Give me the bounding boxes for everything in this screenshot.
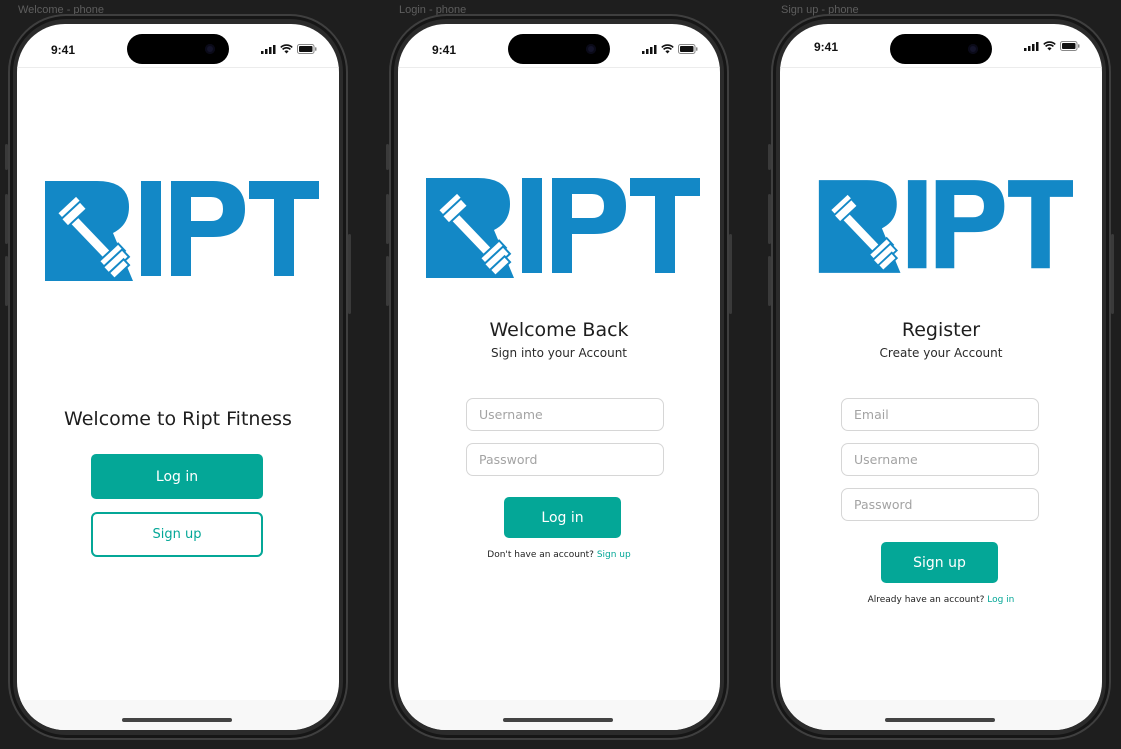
login-button[interactable]: Log in	[91, 454, 263, 499]
home-indicator[interactable]	[503, 718, 613, 722]
volume-down-button	[386, 256, 389, 306]
signup-link[interactable]: Sign up	[597, 550, 631, 560]
power-button	[729, 234, 732, 314]
phone-welcome: 9:41 Welcome to Ript Fitness Log in Sign…	[5, 14, 351, 740]
status-time: 9:41	[432, 43, 457, 57]
wifi-icon	[661, 44, 674, 54]
power-button	[1111, 234, 1114, 314]
power-button	[348, 234, 351, 314]
signal-icon	[1024, 41, 1039, 51]
mute-switch	[386, 144, 389, 170]
ript-logo	[818, 180, 1073, 273]
status-icons	[261, 44, 317, 54]
password-field[interactable]	[841, 488, 1039, 521]
wifi-icon	[280, 44, 293, 54]
status-time: 9:41	[51, 43, 76, 57]
page-title: Register	[901, 319, 981, 341]
signal-icon	[642, 44, 657, 54]
status-icons	[1024, 41, 1080, 51]
login-prompt: Already have an account? Log in	[780, 595, 1102, 605]
ript-logo	[426, 178, 700, 278]
status-bar: 9:41	[17, 24, 339, 68]
dynamic-island	[127, 34, 229, 64]
signup-button[interactable]: Sign up	[91, 512, 263, 557]
login-link[interactable]: Log in	[987, 595, 1014, 605]
signup-prompt: Don't have an account? Sign up	[398, 550, 720, 560]
phone-signup: 9:41 Register Create your Account Email …	[768, 14, 1114, 740]
page-subtitle: Create your Account	[879, 346, 1003, 360]
email-field[interactable]	[841, 398, 1039, 431]
mute-switch	[768, 144, 771, 170]
battery-icon	[678, 44, 698, 54]
status-time: 9:41	[814, 40, 839, 54]
screen-login: 9:41 Welcome Back Sign into your Account…	[398, 24, 720, 730]
phone-login: 9:41 Welcome Back Sign into your Account…	[386, 14, 732, 740]
camera-icon	[205, 44, 215, 54]
volume-down-button	[5, 256, 8, 306]
password-field[interactable]	[466, 443, 664, 476]
volume-down-button	[768, 256, 771, 306]
home-indicator-area	[780, 700, 1102, 730]
camera-icon	[968, 44, 978, 54]
login-prompt-text: Already have an account?	[867, 595, 985, 605]
home-indicator[interactable]	[122, 718, 232, 722]
page-subtitle: Sign into your Account	[490, 346, 628, 360]
volume-up-button	[5, 194, 8, 244]
welcome-heading: Welcome to Ript Fitness	[64, 408, 292, 430]
volume-up-button	[386, 194, 389, 244]
ript-logo	[45, 181, 319, 281]
status-bar: 9:41	[398, 24, 720, 68]
camera-icon	[586, 44, 596, 54]
screen-welcome: 9:41 Welcome to Ript Fitness Log in Sign…	[17, 24, 339, 730]
home-indicator-area	[17, 700, 339, 730]
username-field[interactable]	[841, 443, 1039, 476]
mute-switch	[5, 144, 8, 170]
battery-icon	[297, 44, 317, 54]
home-indicator-area	[398, 700, 720, 730]
signal-icon	[261, 44, 276, 54]
screen-signup: 9:41 Register Create your Account Email …	[780, 24, 1102, 730]
wifi-icon	[1043, 41, 1056, 51]
dynamic-island	[890, 34, 992, 64]
volume-up-button	[768, 194, 771, 244]
page-title: Welcome Back	[489, 319, 629, 341]
dynamic-island	[508, 34, 610, 64]
home-indicator[interactable]	[885, 718, 995, 722]
status-icons	[642, 44, 698, 54]
signup-button[interactable]: Sign up	[881, 542, 998, 583]
username-field[interactable]	[466, 398, 664, 431]
battery-icon	[1060, 41, 1080, 51]
signup-prompt-text: Don't have an account?	[487, 550, 594, 560]
login-button[interactable]: Log in	[504, 497, 621, 538]
status-bar: 9:41	[780, 24, 1102, 68]
